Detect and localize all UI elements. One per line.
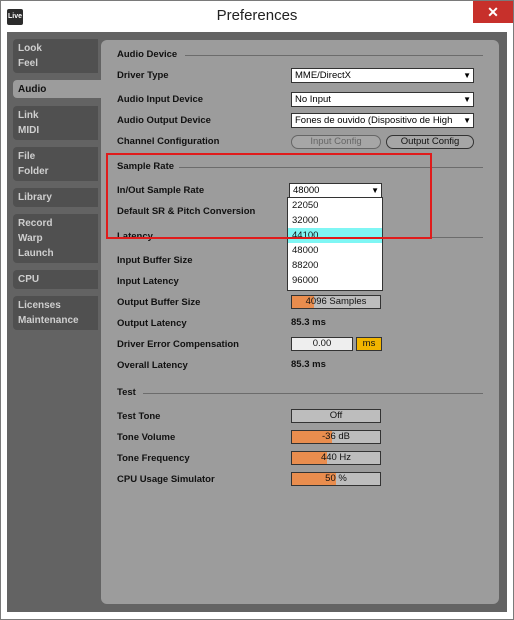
tab-label: Look xyxy=(18,43,42,54)
tab-look-feel[interactable]: Look Feel xyxy=(13,39,98,73)
tone-volume-slider[interactable]: -36 dB xyxy=(291,430,381,444)
tab-label: Audio xyxy=(18,84,47,95)
tone-frequency-slider[interactable]: 440 Hz xyxy=(291,451,381,465)
close-icon: ✕ xyxy=(487,4,499,20)
window-title: Preferences xyxy=(216,7,298,24)
chevron-down-icon: ▼ xyxy=(463,71,471,80)
driver-type-label: Driver Type xyxy=(117,70,169,81)
driver-error-compensation-unit-button[interactable]: ms xyxy=(356,337,382,351)
audio-input-device-value: No Input xyxy=(295,94,331,105)
input-buffer-size-label: Input Buffer Size xyxy=(117,255,193,266)
tone-volume-label: Tone Volume xyxy=(117,432,176,443)
sample-rate-option[interactable]: 96000 xyxy=(288,273,382,288)
input-latency-label: Input Latency xyxy=(117,276,179,287)
tab-label: Licenses xyxy=(18,300,61,311)
title-bar[interactable]: Live Preferences ✕ xyxy=(1,1,513,31)
cpu-usage-value: 50 % xyxy=(325,473,347,484)
preferences-window: Live Preferences ✕ Look Feel Audio Link … xyxy=(0,0,514,620)
tab-cpu[interactable]: CPU xyxy=(13,270,98,289)
chevron-down-icon: ▼ xyxy=(463,95,471,104)
cpu-usage-simulator-slider[interactable]: 50 % xyxy=(291,472,381,486)
tab-label: Feel xyxy=(18,58,39,69)
tab-label: Maintenance xyxy=(18,315,79,326)
driver-error-compensation-field[interactable]: 0.00 xyxy=(291,337,353,351)
driver-type-select[interactable]: MME/DirectX ▼ xyxy=(291,68,474,83)
tone-frequency-label: Tone Frequency xyxy=(117,453,190,464)
section-divider xyxy=(185,55,483,56)
tab-label: Link xyxy=(18,110,39,121)
driver-type-value: MME/DirectX xyxy=(295,70,351,81)
output-latency-value: 85.3 ms xyxy=(291,317,326,328)
annotation-highlight-box xyxy=(106,153,432,239)
test-tone-label: Test Tone xyxy=(117,411,161,422)
tab-label: File xyxy=(18,151,36,162)
tab-label: Library xyxy=(18,192,52,203)
close-button[interactable]: ✕ xyxy=(473,1,513,23)
tab-label: MIDI xyxy=(18,125,40,136)
tab-record-warp-launch[interactable]: Record Warp Launch xyxy=(13,214,98,263)
audio-input-device-label: Audio Input Device xyxy=(117,94,204,105)
audio-output-device-value: Fones de ouvido (Dispositivo de High xyxy=(295,115,453,126)
output-buffer-size-value: 4096 Samples xyxy=(305,296,367,307)
section-test: Test xyxy=(117,387,136,398)
tab-licenses-maintenance[interactable]: Licenses Maintenance xyxy=(13,296,98,330)
audio-output-device-label: Audio Output Device xyxy=(117,115,211,126)
tone-frequency-value: 440 Hz xyxy=(320,452,352,463)
output-buffer-size-field[interactable]: 4096 Samples xyxy=(291,295,381,309)
driver-error-compensation-label: Driver Error Compensation xyxy=(117,339,239,350)
channel-configuration-label: Channel Configuration xyxy=(117,136,220,147)
cpu-usage-simulator-label: CPU Usage Simulator xyxy=(117,474,215,485)
overall-latency-label: Overall Latency xyxy=(117,360,188,371)
tab-file-folder[interactable]: File Folder xyxy=(13,147,98,181)
driver-error-compensation-value: 0.00 xyxy=(312,338,332,349)
tab-label: Folder xyxy=(18,166,49,177)
test-tone-value: Off xyxy=(329,410,343,421)
section-audio-device: Audio Device xyxy=(117,49,178,60)
chevron-down-icon: ▼ xyxy=(463,114,471,127)
audio-input-device-select[interactable]: No Input ▼ xyxy=(291,92,474,107)
test-tone-toggle[interactable]: Off xyxy=(291,409,381,423)
output-config-button[interactable]: Output Config xyxy=(386,135,474,149)
overall-latency-value: 85.3 ms xyxy=(291,359,326,370)
sample-rate-option[interactable]: 48000 xyxy=(288,243,382,258)
tab-link-midi[interactable]: Link MIDI xyxy=(13,106,98,140)
tone-volume-value: -36 dB xyxy=(322,431,350,442)
tab-label: Record xyxy=(18,218,53,229)
section-divider xyxy=(143,393,483,394)
tab-label: Warp xyxy=(18,233,43,244)
tab-label: CPU xyxy=(18,274,40,285)
audio-output-device-select[interactable]: Fones de ouvido (Dispositivo de High ▼ xyxy=(291,113,474,128)
tab-label: Launch xyxy=(18,248,54,259)
output-latency-label: Output Latency xyxy=(117,318,187,329)
tab-audio[interactable]: Audio xyxy=(13,80,105,98)
tab-library[interactable]: Library xyxy=(13,188,98,207)
output-buffer-size-label: Output Buffer Size xyxy=(117,297,201,308)
sample-rate-option[interactable]: 88200 xyxy=(288,258,382,273)
input-config-button[interactable]: Input Config xyxy=(291,135,381,149)
